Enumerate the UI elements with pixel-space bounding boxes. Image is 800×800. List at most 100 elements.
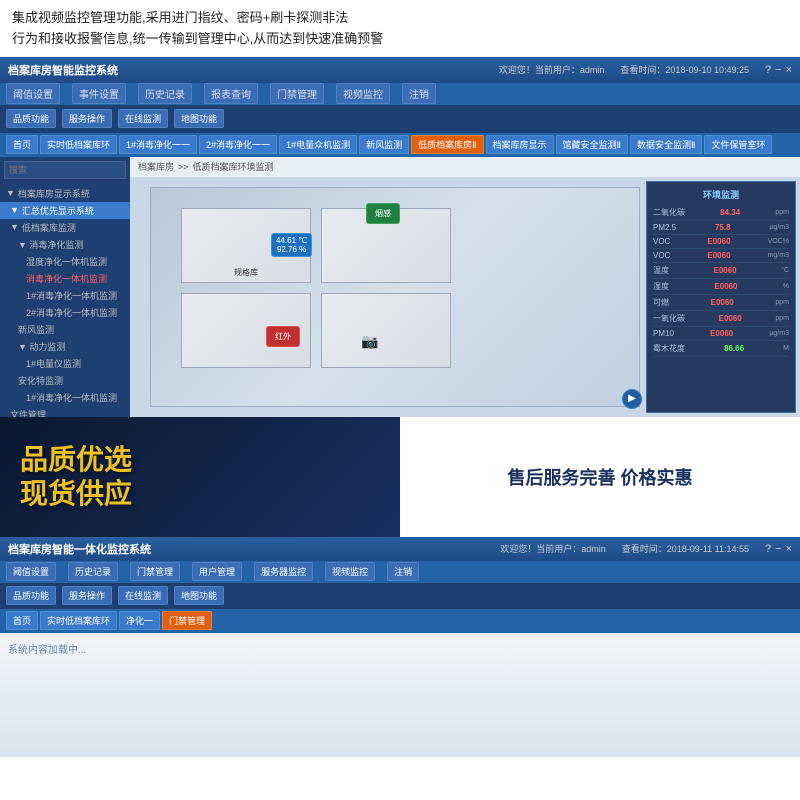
- system-title-top: 档案库房智能监控系统: [8, 62, 118, 78]
- nav-home[interactable]: 首页: [6, 135, 38, 154]
- search-input[interactable]: [4, 161, 126, 179]
- bottom-menu-history[interactable]: 历史记录: [68, 562, 118, 581]
- floor-plan-area: 规格库 44.61 ℃ 92.76 % 红外: [130, 177, 800, 417]
- menu-event[interactable]: 事件设置: [72, 83, 126, 104]
- sensor-temp-humidity[interactable]: 44.61 ℃ 92.76 %: [271, 233, 312, 257]
- camera-icon: 📷: [361, 333, 378, 350]
- sensor-smoke[interactable]: 烟感: [366, 203, 400, 224]
- system-menubar-top: 阈值设置 事件设置 历史记录 报表查询 门禁管理 视频监控 注销: [0, 83, 800, 105]
- menu-report[interactable]: 报表查询: [204, 83, 258, 104]
- system-nav-top: 首页 实时低档案库环 1#消毒净化一一 2#消毒净化一一 1#电量众机监测 新风…: [0, 133, 800, 157]
- tree-item-vent[interactable]: 新风监测: [0, 321, 130, 338]
- promo-text-line2: 现货供应: [20, 477, 380, 511]
- tree-item-disinfect[interactable]: ▼ 消毒净化监测: [0, 236, 130, 253]
- sidebar-tree: ▼ 档案库房显示系统 ▼ 汇总优先显示系统 ▼ 低档案库监测 ▼ 消毒净化监测: [0, 183, 130, 417]
- tree-item-purify2[interactable]: 2#消毒净化一体机监测: [0, 304, 130, 321]
- tree-item-power[interactable]: ▼ 动力监测: [0, 338, 130, 355]
- system-toolbar-bottom: 品质功能 服务操作 在线监测 地图功能: [0, 583, 800, 609]
- bottom-nav-realtime[interactable]: 实时低档案库环: [40, 611, 117, 630]
- tree-item-filemanage[interactable]: 文件管理: [0, 406, 130, 417]
- sensor-mold: 霉木花度 86.66 M: [653, 341, 789, 357]
- menu-threshold[interactable]: 阈值设置: [6, 83, 60, 104]
- system-main-content: 档案库房 >> 低质档案库环境监测 规格库: [130, 157, 800, 417]
- bottom-menu-user[interactable]: 用户管理: [192, 562, 242, 581]
- bottom-nav-home[interactable]: 首页: [6, 611, 38, 630]
- tree-item-purify3[interactable]: 1#消毒净化一体机监测: [0, 389, 130, 406]
- sidebar-search-area: [0, 157, 130, 183]
- time-label-top: 查看时间：2018-09-10 10:49:25: [620, 63, 749, 76]
- bottom-toolbar-map[interactable]: 地图功能: [174, 586, 224, 605]
- minimize-icon[interactable]: −: [775, 64, 781, 76]
- toolbar-map[interactable]: 地图功能: [174, 109, 224, 128]
- tree-item-lowarch[interactable]: ▼ 低档案库监测: [0, 219, 130, 236]
- tree-item-disinfect2[interactable]: 消毒净化一体机监测: [0, 270, 130, 287]
- top-banner: 集成视频监控管理功能,采用进门指纹、密码+刷卡探测非法 行为和接收报警信息,统一…: [0, 0, 800, 57]
- sensor-infrared[interactable]: 红外: [266, 326, 300, 347]
- menu-history[interactable]: 历史记录: [138, 83, 192, 104]
- window-controls-top: ? − ×: [765, 64, 792, 76]
- bottom-menu-logout[interactable]: 注销: [387, 562, 419, 581]
- system-nav-bottom: 首页 实时低档案库环 净化一 门禁管理: [0, 609, 800, 633]
- nav-ventilation[interactable]: 新风监测: [359, 135, 409, 154]
- nav-purify1[interactable]: 1#消毒净化一一: [119, 135, 197, 154]
- bottom-loading-text: 系统内容加载中...: [8, 641, 86, 656]
- bottom-nav-purify[interactable]: 净化一: [119, 611, 160, 630]
- window-controls-bottom: ? − ×: [765, 543, 792, 555]
- nav-power[interactable]: 1#电量众机监测: [279, 135, 357, 154]
- nav-realtime[interactable]: 实时低档案库环: [40, 135, 117, 154]
- bottom-menu-threshold[interactable]: 阈值设置: [6, 562, 56, 581]
- nav-lowarch[interactable]: 低质档案库房Ⅱ: [411, 135, 483, 154]
- sensor-temp: 温度 E0060 °C: [653, 263, 789, 279]
- breadcrumb-text: 档案库房: [138, 160, 174, 173]
- menu-access[interactable]: 门禁管理: [270, 83, 324, 104]
- system-sidebar: ▼ 档案库房显示系统 ▼ 汇总优先显示系统 ▼ 低档案库监测 ▼ 消毒净化监测: [0, 157, 130, 417]
- tree-item-root[interactable]: ▼ 档案库房显示系统: [0, 185, 130, 202]
- system-top: 档案库房智能监控系统 欢迎您！当前用户：admin 查看时间：2018-09-1…: [0, 57, 800, 417]
- sensor-voc1: VOC E0060 VOC%: [653, 235, 789, 249]
- sensor-pm25: PM2.5 75.8 μg/m3: [653, 221, 789, 235]
- tree-expand-icon2: ▼: [10, 205, 19, 215]
- menu-video[interactable]: 视频监控: [336, 83, 390, 104]
- menu-logout[interactable]: 注销: [402, 83, 436, 104]
- nav-display[interactable]: 档案库房显示: [486, 135, 554, 154]
- time-label-bottom: 查看时间：2018-09-11 11:14:55: [622, 542, 749, 555]
- tree-item-humid[interactable]: 湿度净化一体机监测: [0, 253, 130, 270]
- help-icon-bottom[interactable]: ?: [765, 543, 771, 555]
- help-icon[interactable]: ?: [765, 64, 771, 76]
- tree-item-security[interactable]: 安化特监测: [0, 372, 130, 389]
- nav-purify2[interactable]: 2#消毒净化一一: [199, 135, 277, 154]
- toolbar-product[interactable]: 品质功能: [6, 109, 56, 128]
- promo-service-text: 售后服务完善 价格实惠: [508, 464, 693, 490]
- nav-file[interactable]: 文件保管室环: [704, 135, 772, 154]
- tree-item-electric[interactable]: 1#电量仪监测: [0, 355, 130, 372]
- tree-item-purify1[interactable]: 1#消毒净化一体机监测: [0, 287, 130, 304]
- close-icon-bottom[interactable]: ×: [786, 543, 792, 555]
- system-titlebar-top: 档案库房智能监控系统 欢迎您！当前用户：admin 查看时间：2018-09-1…: [0, 57, 800, 83]
- close-icon[interactable]: ×: [786, 64, 792, 76]
- system-toolbar-top: 品质功能 服务操作 在线监测 地图功能: [0, 105, 800, 133]
- bottom-toolbar-monitor[interactable]: 在线监测: [118, 586, 168, 605]
- breadcrumb: 档案库房 >> 低质档案库环境监测: [130, 157, 800, 177]
- env-sensor-panel: 环境监测 二氧化碳 84.34 ppm PM2.5 75.8 μg/m3: [646, 181, 796, 413]
- toolbar-service[interactable]: 服务操作: [62, 109, 112, 128]
- bottom-menu-access[interactable]: 门禁管理: [130, 562, 180, 581]
- bottom-menu-video[interactable]: 视频监控: [325, 562, 375, 581]
- system-window-top: 档案库房智能监控系统 欢迎您！当前用户：admin 查看时间：2018-09-1…: [0, 57, 800, 417]
- bottom-nav-access[interactable]: 门禁管理: [162, 611, 212, 630]
- minimize-icon-bottom[interactable]: −: [775, 543, 781, 555]
- user-label-bottom: 欢迎您！当前用户：admin: [500, 542, 606, 555]
- toolbar-monitor[interactable]: 在线监测: [118, 109, 168, 128]
- user-label-top: 欢迎您！当前用户：admin: [499, 63, 605, 76]
- bottom-menu-server[interactable]: 服务器监控: [254, 562, 313, 581]
- nav-data[interactable]: 数据安全监测Ⅱ: [630, 135, 702, 154]
- bottom-toolbar-service[interactable]: 服务操作: [62, 586, 112, 605]
- system-titlebar-bottom: 档案库房智能一体化监控系统 欢迎您！当前用户：admin 查看时间：2018-0…: [0, 537, 800, 561]
- promo-text-line1: 品质优选: [20, 443, 380, 477]
- navigate-arrow[interactable]: ▶: [622, 389, 642, 409]
- promo-right: 售后服务完善 价格实惠: [400, 417, 800, 537]
- bottom-toolbar-product[interactable]: 品质功能: [6, 586, 56, 605]
- tree-expand-icon: ▼: [6, 188, 15, 198]
- nav-collection[interactable]: 馆藏安全监测Ⅱ: [556, 135, 628, 154]
- tree-expand-icon3: ▼: [10, 222, 19, 232]
- tree-item-summary[interactable]: ▼ 汇总优先显示系统: [0, 202, 130, 219]
